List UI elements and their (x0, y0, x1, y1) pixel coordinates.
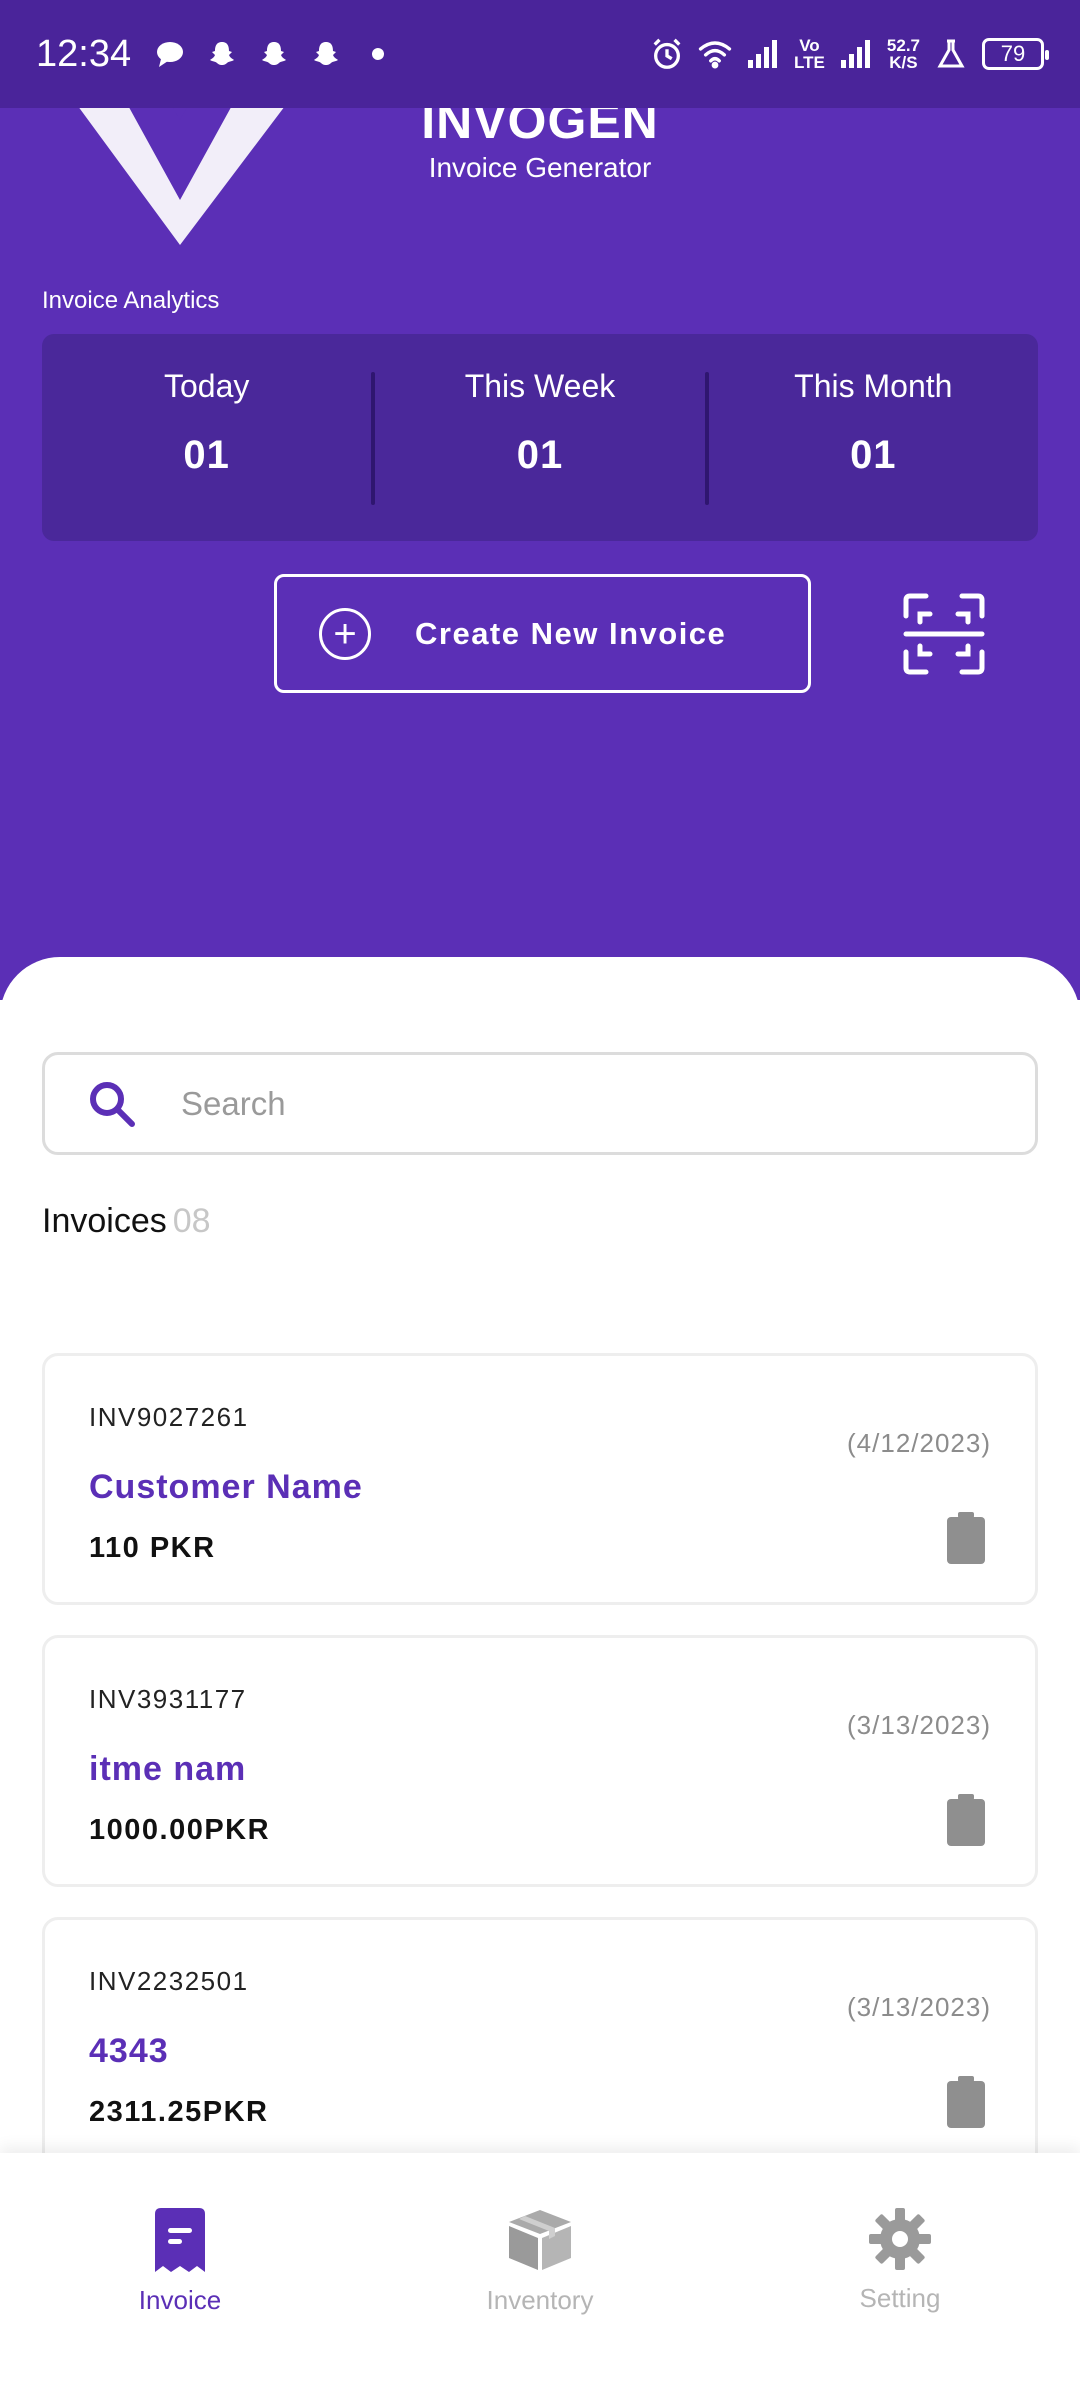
analytics-value: 01 (516, 433, 564, 477)
invoices-title: Invoices (42, 1202, 167, 1240)
flask-icon (934, 37, 968, 71)
invoice-customer: Customer Name (89, 1468, 363, 1506)
box-icon (509, 2210, 571, 2270)
analytics-this-week: This Week 01 (375, 334, 704, 541)
invoice-amount: 2311.25PKR (89, 2096, 269, 2128)
dot-icon (361, 37, 395, 71)
nav-label: Invoice (138, 2285, 222, 2315)
nav-setting[interactable]: Setting (720, 2153, 1080, 2399)
invoice-card[interactable]: INV9027261 (4/12/2023) Customer Name 110… (42, 1353, 1038, 1605)
invoice-amount: 1000.00PKR (89, 1814, 271, 1846)
snapchat-icon (309, 37, 343, 71)
invoice-date: (3/13/2023) (847, 1992, 991, 2022)
invoice-customer: 4343 (89, 2032, 169, 2070)
invoice-card[interactable]: INV2232501 (3/13/2023) 4343 2311.25PKR (42, 1917, 1038, 2169)
nav-label: Inventory (486, 2285, 594, 2315)
analytics-card: Today 01 This Week 01 This Month 01 (42, 334, 1038, 541)
invoice-customer: itme nam (89, 1750, 247, 1788)
invoices-count: 08 (172, 1202, 211, 1240)
create-invoice-label: Create New Invoice (415, 615, 727, 651)
snapchat-icon (205, 37, 239, 71)
invoice-id: INV9027261 (89, 1402, 249, 1432)
chat-bubble-icon (153, 37, 187, 71)
header-section: INVOGEN Invoice Generator Invoice Analyt… (0, 0, 1080, 1000)
search-bar[interactable] (42, 1052, 1038, 1155)
signal-icon (746, 37, 780, 71)
gear-icon (869, 2208, 931, 2270)
snapchat-icon (257, 37, 291, 71)
analytics-label: Today (163, 368, 250, 404)
nav-inventory[interactable]: Inventory (360, 2153, 720, 2399)
delete-icon[interactable] (947, 1794, 985, 1846)
invoice-date: (3/13/2023) (847, 1710, 991, 1740)
analytics-title: Invoice Analytics (42, 287, 220, 314)
invoice-icon (155, 2208, 205, 2272)
search-icon (90, 1081, 135, 1127)
nav-invoice[interactable]: Invoice (0, 2153, 360, 2399)
delete-icon[interactable] (947, 1512, 985, 1564)
search-input[interactable] (181, 1084, 941, 1123)
network-speed: 52.7 K/S (886, 36, 920, 72)
scan-icon[interactable] (902, 592, 986, 676)
invoice-id: INV3931177 (89, 1684, 247, 1714)
nav-label: Setting (859, 2283, 941, 2313)
signal-icon (839, 37, 873, 71)
analytics-label: This Week (464, 368, 616, 404)
wifi-icon (698, 37, 732, 71)
analytics-label: This Month (794, 368, 953, 404)
invoice-id: INV2232501 (89, 1966, 249, 1996)
app-subtitle: Invoice Generator (428, 152, 652, 183)
analytics-today: Today 01 (42, 334, 371, 541)
invoice-list: INV9027261 (4/12/2023) Customer Name 110… (42, 1353, 1038, 2199)
volte-indicator: Vo LTE (794, 36, 825, 72)
create-invoice-button[interactable]: + Create New Invoice (274, 574, 811, 693)
invoice-card[interactable]: INV3931177 (3/13/2023) itme nam 1000.00P… (42, 1635, 1038, 1887)
invoice-amount: 110 PKR (89, 1532, 216, 1564)
analytics-value: 01 (183, 433, 230, 477)
plus-circle-icon: + (319, 607, 371, 660)
status-bar: 12:34 Vo LTE 52.7 K/S 79 (0, 0, 1080, 108)
analytics-this-month: This Month 01 (709, 334, 1038, 541)
delete-icon[interactable] (947, 2076, 985, 2128)
alarm-icon (650, 37, 684, 71)
battery-icon: 79 (982, 38, 1049, 70)
invoice-date: (4/12/2023) (847, 1428, 991, 1458)
bottom-navigation: Invoice Inventory Setting (0, 2153, 1080, 2399)
analytics-value: 01 (850, 433, 897, 477)
status-time: 12:34 (36, 32, 132, 75)
invoices-heading: Invoices 08 (42, 1202, 211, 1241)
